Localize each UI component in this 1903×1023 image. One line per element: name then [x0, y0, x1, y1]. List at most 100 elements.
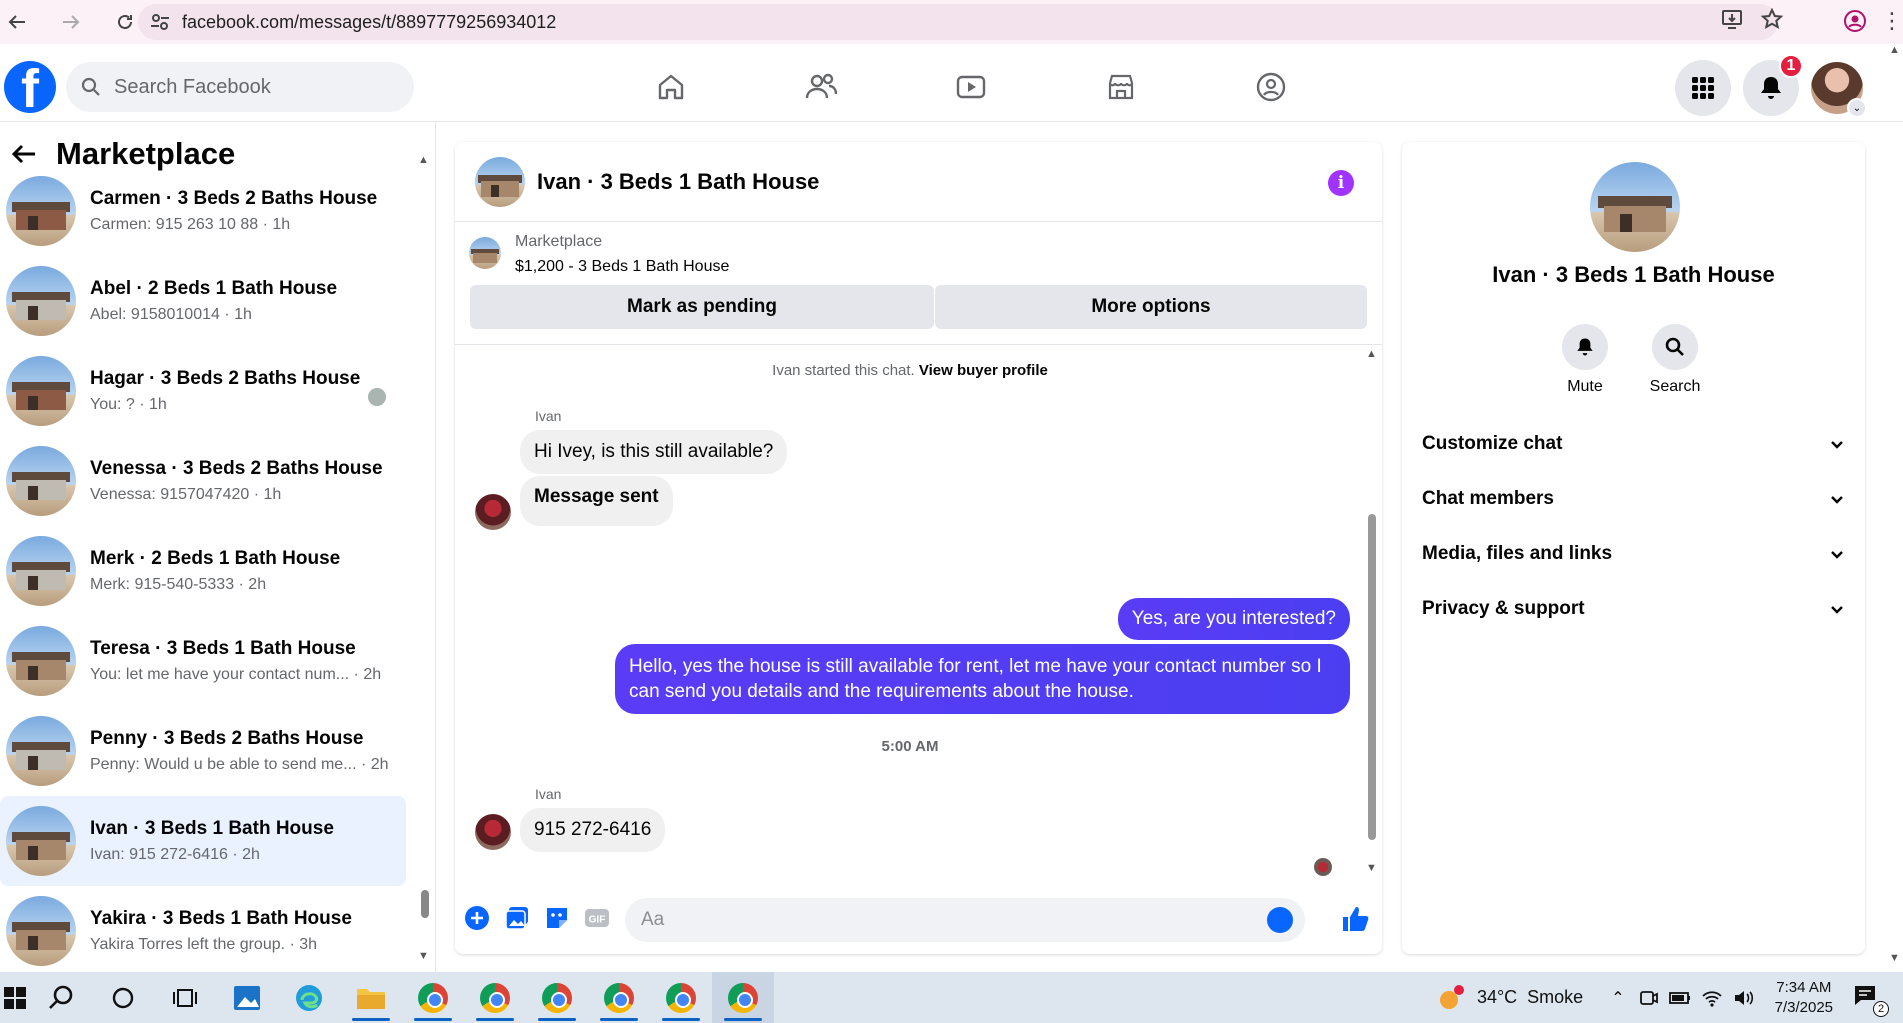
outgoing-message[interactable]: Yes, are you interested?	[1117, 598, 1350, 640]
scroll-down-icon[interactable]: ▼	[418, 950, 429, 962]
site-settings-icon[interactable]	[148, 10, 172, 34]
weather-widget[interactable]: 34°C Smoke	[1437, 984, 1583, 1012]
forward-button[interactable]	[54, 5, 88, 39]
sticker-button[interactable]	[543, 904, 571, 932]
taskbar-app-chrome-2[interactable]	[464, 972, 526, 1023]
conversation-item[interactable]: Merk · 2 Beds 1 Bath House Merk: 915-540-…	[0, 526, 406, 616]
details-listing-thumbnail[interactable]	[1590, 162, 1680, 252]
incoming-message[interactable]: 915 272-6416	[520, 808, 666, 852]
conversation-item[interactable]: Venessa · 3 Beds 2 Baths House Venessa: 9…	[0, 436, 406, 526]
taskbar-app-chrome-5[interactable]	[650, 972, 712, 1023]
outgoing-message[interactable]: Hello, yes the house is still available …	[615, 644, 1350, 714]
meet-now-icon[interactable]	[1639, 988, 1659, 1008]
attach-photo-button[interactable]	[503, 904, 531, 932]
search-action[interactable]: Search	[1635, 324, 1715, 396]
gif-button[interactable]: GIF	[583, 904, 611, 932]
view-buyer-profile-link[interactable]: View buyer profile	[919, 362, 1048, 379]
info-icon[interactable]: i	[1328, 170, 1354, 196]
chevron-up-icon[interactable]: ⌃	[1611, 988, 1624, 1008]
mute-action[interactable]: Mute	[1545, 324, 1625, 396]
scrollbar-thumb[interactable]	[1368, 514, 1376, 840]
section-label: Media, files and links	[1422, 543, 1613, 564]
task-view-button[interactable]	[154, 972, 216, 1023]
incoming-message[interactable]: Message sent	[520, 476, 673, 526]
wifi-icon[interactable]	[1701, 988, 1723, 1008]
conversation-item-active[interactable]: Ivan · 3 Beds 1 Bath House Ivan: 915 272-…	[0, 796, 406, 886]
plus-circle-icon	[465, 906, 489, 930]
page-scrollbar[interactable]: ▲ ▼	[1885, 44, 1903, 972]
install-app-icon[interactable]	[1721, 8, 1743, 30]
taskbar-app-chrome-6[interactable]	[712, 972, 774, 1023]
add-more-button[interactable]	[463, 904, 491, 932]
taskbar-app-chrome-3[interactable]	[526, 972, 588, 1023]
sticker-icon	[547, 908, 567, 928]
more-options-button[interactable]: More options	[935, 285, 1367, 329]
taskbar-app-chrome-4[interactable]	[588, 972, 650, 1023]
browser-menu-icon[interactable]: ⋮	[1881, 8, 1903, 34]
address-bar-actions	[1721, 8, 1783, 30]
scroll-up-icon[interactable]: ▲	[1889, 44, 1900, 56]
conversation-item[interactable]: Carmen · 3 Beds 2 Baths House Carmen: 915…	[0, 166, 406, 256]
taskbar-app-photos[interactable]	[216, 972, 278, 1023]
emoji-icon[interactable]	[1267, 907, 1293, 933]
battery-icon[interactable]	[1668, 988, 1691, 1008]
search-facebook-input[interactable]: Search Facebook	[66, 62, 414, 112]
conversation-item[interactable]: Teresa · 3 Beds 1 Bath House You: let me …	[0, 616, 406, 706]
like-button[interactable]	[1340, 904, 1370, 939]
facebook-logo[interactable]: f	[4, 61, 56, 113]
cortana-button[interactable]	[92, 972, 154, 1023]
account-avatar[interactable]: ⌄	[1811, 62, 1867, 118]
mark-as-pending-button[interactable]: Mark as pending	[470, 285, 934, 329]
scrollbar-thumb[interactable]	[421, 890, 429, 918]
scroll-up-icon[interactable]: ▲	[1366, 348, 1377, 360]
profile-icon[interactable]	[1843, 9, 1867, 33]
address-bar[interactable]: facebook.com/messages/t/8897779256934012	[138, 4, 1778, 40]
scroll-down-icon[interactable]: ▼	[1366, 862, 1377, 874]
menu-button[interactable]	[1675, 60, 1731, 116]
chat-title[interactable]: Ivan · 3 Beds 1 Bath House	[537, 169, 819, 195]
scroll-up-icon[interactable]: ▲	[418, 154, 429, 166]
media-files-links-section[interactable]: Media, files and links	[1422, 532, 1845, 576]
conversation-list: Carmen · 3 Beds 2 Baths House Carmen: 915…	[0, 166, 406, 972]
notifications-button[interactable]: 1	[1743, 54, 1803, 116]
scroll-down-icon[interactable]: ▼	[1889, 952, 1900, 964]
chat-scrollbar[interactable]: ▲ ▼	[1365, 348, 1379, 882]
taskbar-app-edge[interactable]	[278, 972, 340, 1023]
start-button[interactable]	[0, 972, 30, 1023]
volume-icon[interactable]	[1733, 988, 1755, 1008]
conversation-item[interactable]: Yakira · 3 Beds 1 Bath House Yakira Torre…	[0, 886, 406, 972]
notification-center-button[interactable]: 2	[1853, 984, 1889, 1017]
message-input[interactable]: Aa	[625, 898, 1305, 942]
chat-listing-thumbnail[interactable]	[475, 156, 525, 207]
incoming-message[interactable]: Hi Ivey, is this still available?	[520, 430, 788, 474]
nav-watch[interactable]	[896, 60, 1046, 114]
sidebar-scrollbar[interactable]: ▲ ▼	[416, 154, 432, 964]
photos-app-icon	[234, 985, 260, 1010]
taskbar-search[interactable]	[30, 972, 92, 1023]
nav-friends[interactable]	[746, 60, 896, 114]
conversation-item[interactable]: Abel · 2 Beds 1 Bath House Abel: 91580100…	[0, 256, 406, 346]
timestamp-separator: 5:00 AM	[881, 738, 939, 755]
listing-price[interactable]: $1,200 - 3 Beds 1 Bath House	[515, 258, 729, 276]
cortana-icon	[112, 987, 134, 1008]
back-arrow-icon[interactable]	[10, 140, 38, 168]
taskbar-app-chrome-1[interactable]	[402, 972, 464, 1023]
nav-home[interactable]	[596, 60, 746, 114]
chat-members-section[interactable]: Chat members	[1422, 477, 1845, 521]
nav-groups[interactable]	[1196, 60, 1346, 114]
chrome-icon	[418, 982, 448, 1013]
clock[interactable]: 7:34 AM 7/3/2025	[1775, 978, 1833, 1018]
conversation-preview: Venessa: 9157047420 · 1h	[90, 486, 282, 503]
nav-marketplace[interactable]	[1046, 60, 1196, 114]
sender-avatar[interactable]	[475, 494, 511, 530]
customize-chat-section[interactable]: Customize chat	[1422, 422, 1845, 466]
conversation-item[interactable]: Penny · 3 Beds 2 Baths House Penny: Would…	[0, 706, 406, 796]
taskbar-app-file-explorer[interactable]	[340, 972, 402, 1023]
reload-button[interactable]	[108, 5, 142, 39]
back-button[interactable]	[0, 5, 34, 39]
conversation-item[interactable]: Hagar · 3 Beds 2 Baths House You: ? · 1h	[0, 346, 406, 436]
privacy-support-section[interactable]: Privacy & support	[1422, 587, 1845, 631]
chrome-icon	[542, 982, 572, 1013]
sender-avatar[interactable]	[475, 814, 511, 850]
bookmark-star-icon[interactable]	[1761, 8, 1783, 30]
